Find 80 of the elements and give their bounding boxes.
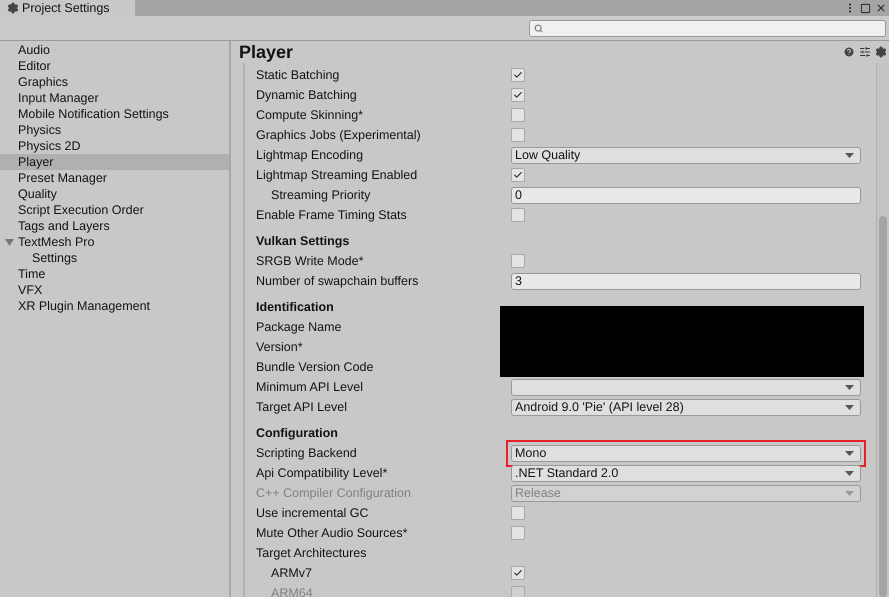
sidebar-item[interactable]: Settings <box>0 250 229 266</box>
field-label: Compute Skinning* <box>256 108 364 122</box>
settings-icon[interactable] <box>875 46 887 58</box>
dropdown[interactable]: Low Quality <box>511 146 861 164</box>
sidebar-item[interactable]: XR Plugin Management <box>0 298 229 314</box>
field-label: Minimum API Level <box>256 380 364 394</box>
field-label: Api Compatibility Level* <box>256 466 388 480</box>
sidebar-item[interactable]: Preset Manager <box>0 170 229 186</box>
field-label: Mute Other Audio Sources* <box>256 526 408 540</box>
dropdown[interactable] <box>511 378 861 396</box>
dropdown-arrow-icon <box>845 450 854 456</box>
field-label: Dynamic Batching <box>256 88 358 102</box>
sidebar-item[interactable]: Input Manager <box>0 90 229 106</box>
dropdown[interactable]: Android 9.0 'Pie' (API level 28) <box>511 398 861 416</box>
dropdown-arrow-icon <box>845 490 854 496</box>
checkbox[interactable] <box>511 208 525 222</box>
panel-title: Player <box>239 42 294 62</box>
section-heading: Configuration <box>256 426 339 440</box>
dropdown-arrow-icon <box>845 152 854 158</box>
close-icon[interactable] <box>875 2 887 14</box>
section-heading: Vulkan Settings <box>256 234 350 248</box>
settings-icon <box>7 2 19 14</box>
dropdown[interactable]: Mono <box>511 444 861 462</box>
check-icon <box>513 170 523 180</box>
field-label: ARM64 <box>270 586 314 597</box>
sidebar-item[interactable]: Physics <box>0 122 229 138</box>
field-label: Streaming Priority <box>270 188 372 202</box>
checkbox[interactable] <box>511 566 525 580</box>
checkbox[interactable] <box>511 68 525 82</box>
dropdown[interactable]: .NET Standard 2.0 <box>511 464 861 482</box>
field-label: Enable Frame Timing Stats <box>256 208 408 222</box>
checkbox[interactable] <box>511 108 525 122</box>
maximize-icon[interactable] <box>860 2 871 14</box>
checkbox[interactable] <box>511 254 525 268</box>
window-tab[interactable]: Project Settings <box>0 0 135 16</box>
field-label: Use incremental GC <box>256 506 370 520</box>
field-label: Package Name <box>256 320 342 334</box>
expand-caret-icon[interactable] <box>5 239 14 246</box>
field-label: Version* <box>256 340 304 354</box>
field-label: Bundle Version Code <box>256 360 374 374</box>
field-label: Target Architectures <box>256 546 368 560</box>
section-heading: Identification <box>256 300 335 314</box>
checkbox[interactable] <box>511 526 525 540</box>
field-label: Static Batching <box>256 68 340 82</box>
sidebar-item[interactable]: Tags and Layers <box>0 218 229 234</box>
sidebar-item[interactable]: Quality <box>0 186 229 202</box>
help-icon[interactable] <box>843 46 855 58</box>
field-label: ARMv7 <box>270 566 313 580</box>
sidebar-item[interactable]: Mobile Notification Settings <box>0 106 229 122</box>
dropdown-arrow-icon <box>845 384 854 390</box>
sliders-icon[interactable] <box>859 46 871 58</box>
dropdown-arrow-icon <box>845 470 854 476</box>
sidebar-item[interactable]: Physics 2D <box>0 138 229 154</box>
sidebar-item[interactable]: Audio <box>0 42 229 58</box>
checkbox[interactable] <box>511 168 525 182</box>
field-label: Scripting Backend <box>256 446 358 460</box>
input-field[interactable]: 3 <box>511 272 861 290</box>
sidebar-item[interactable]: Script Execution Order <box>0 202 229 218</box>
field-label: SRGB Write Mode* <box>256 254 364 268</box>
sidebar-item[interactable]: Time <box>0 266 229 282</box>
checkbox[interactable] <box>511 88 525 102</box>
input-field[interactable]: 0 <box>511 186 861 204</box>
dropdown-arrow-icon <box>845 404 854 410</box>
field-label: Number of swapchain buffers <box>256 274 420 288</box>
sidebar-item[interactable]: VFX <box>0 282 229 298</box>
search-field[interactable] <box>529 20 886 36</box>
checkbox[interactable] <box>511 128 525 142</box>
sidebar-item[interactable]: Player <box>0 154 229 170</box>
field-label: Lightmap Streaming Enabled <box>256 168 418 182</box>
field-label: Graphics Jobs (Experimental) <box>256 128 422 142</box>
sidebar-item[interactable]: TextMesh Pro <box>0 234 229 250</box>
scrollbar[interactable] <box>876 63 889 597</box>
checkbox[interactable] <box>511 506 525 520</box>
sidebar-item[interactable]: Editor <box>0 58 229 74</box>
check-icon <box>513 568 523 578</box>
field-label: Target API Level <box>256 400 348 414</box>
field-label: C++ Compiler Configuration <box>256 486 412 500</box>
search-icon <box>534 24 543 32</box>
field-label: Lightmap Encoding <box>256 148 364 162</box>
sidebar-item[interactable]: Graphics <box>0 74 229 90</box>
